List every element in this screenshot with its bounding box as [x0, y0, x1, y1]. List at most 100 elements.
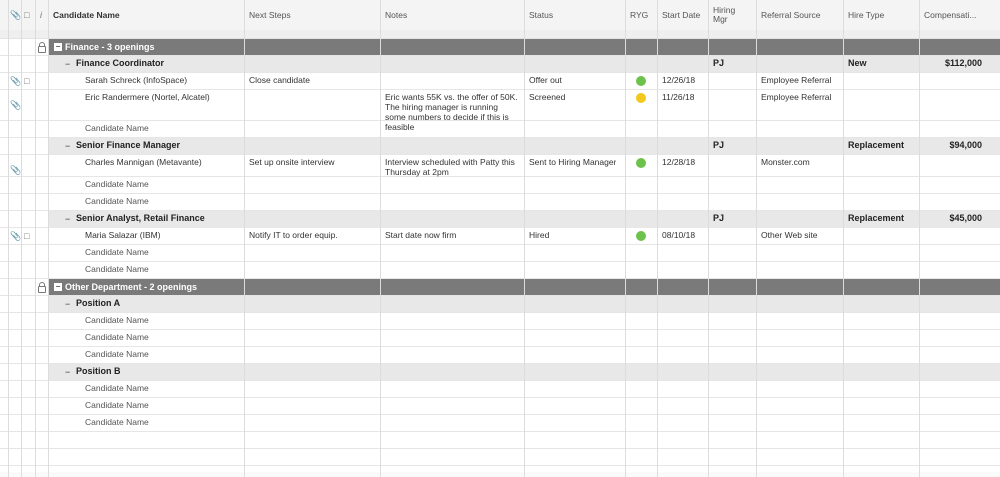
candidate-row[interactable]: 📎 Charles Mannigan (Metavante) Set up onsi… — [0, 155, 1000, 177]
candidate-row[interactable]: Candidate Name — [0, 398, 1000, 415]
candidate-row[interactable]: Candidate Name — [0, 245, 1000, 262]
position-row[interactable]: − Senior Analyst, Retail Finance PJ Replace… — [0, 211, 1000, 228]
start-date-cell[interactable]: 08/10/18 — [662, 230, 695, 240]
collapse-icon[interactable]: − — [54, 283, 62, 291]
position-title[interactable]: Senior Finance Manager — [76, 140, 180, 150]
candidate-name-placeholder[interactable]: Candidate Name — [85, 247, 149, 257]
start-date-cell[interactable]: 11/26/18 — [662, 92, 694, 102]
notes-cell[interactable]: Start date now firm — [385, 230, 518, 240]
group-row[interactable]: − Other Department - 2 openings — [0, 279, 1000, 296]
position-title[interactable]: Position B — [76, 366, 121, 376]
candidate-row[interactable]: Candidate Name — [0, 415, 1000, 432]
candidate-name-cell[interactable]: Maria Salazar (IBM) — [85, 230, 161, 240]
candidate-row[interactable]: Candidate Name — [0, 330, 1000, 347]
candidate-row[interactable]: Candidate Name — [0, 194, 1000, 211]
collapse-icon[interactable]: − — [65, 299, 70, 309]
group-title[interactable]: − Other Department - 2 openings — [54, 282, 197, 292]
candidate-name-placeholder[interactable]: Candidate Name — [85, 196, 149, 206]
paperclip-icon[interactable]: 📎 — [10, 100, 21, 110]
hiring-mgr-cell[interactable]: PJ — [713, 58, 724, 68]
candidate-row[interactable]: 📎 □ Maria Salazar (IBM) Notify IT to order … — [0, 228, 1000, 245]
status-cell[interactable]: Screened — [529, 92, 565, 102]
info-icon[interactable]: i — [40, 10, 42, 20]
candidate-row[interactable]: Candidate Name — [0, 177, 1000, 194]
notes-cell[interactable]: Interview scheduled with Patty this Thur… — [385, 157, 518, 177]
ryg-status-dot[interactable] — [636, 93, 646, 103]
candidate-name-placeholder[interactable]: Candidate Name — [85, 264, 149, 274]
position-title[interactable]: Senior Analyst, Retail Finance — [76, 213, 205, 223]
header-hire-type[interactable]: Hire Type — [848, 0, 884, 30]
position-row[interactable]: − Position A — [0, 296, 1000, 313]
candidate-name-cell[interactable]: Eric Randermere (Nortel, Alcatel) — [85, 92, 210, 102]
compensation-cell[interactable]: $94,000 — [902, 140, 982, 150]
collapse-icon[interactable]: − — [65, 59, 70, 69]
referral-source-cell[interactable]: Other Web site — [761, 230, 818, 240]
candidate-name-placeholder[interactable]: Candidate Name — [85, 383, 149, 393]
candidate-name-placeholder[interactable]: Candidate Name — [85, 123, 149, 133]
status-cell[interactable]: Offer out — [529, 75, 562, 85]
group-title[interactable]: − Finance - 3 openings — [54, 42, 155, 52]
header-candidate-name[interactable]: Candidate Name — [53, 0, 120, 30]
candidate-name-placeholder[interactable]: Candidate Name — [85, 400, 149, 410]
referral-source-cell[interactable]: Employee Referral — [761, 92, 831, 102]
position-title[interactable]: Position A — [76, 298, 120, 308]
hiring-mgr-cell[interactable]: PJ — [713, 140, 724, 150]
paperclip-icon[interactable]: 📎 — [10, 10, 21, 20]
candidate-row[interactable]: Candidate Name — [0, 381, 1000, 398]
candidate-row[interactable]: 📎 □ Sarah Schreck (InfoSpace) Close candida… — [0, 73, 1000, 90]
ryg-status-dot[interactable] — [636, 231, 646, 241]
hire-type-cell[interactable]: Replacement — [848, 213, 904, 223]
candidate-row[interactable]: 📎 Eric Randermere (Nortel, Alcatel) Eric w… — [0, 90, 1000, 132]
comment-icon[interactable]: □ — [24, 76, 29, 86]
paperclip-icon[interactable]: 📎 — [10, 76, 21, 86]
candidate-row[interactable]: Candidate Name — [0, 347, 1000, 364]
hire-type-cell[interactable]: Replacement — [848, 140, 904, 150]
hire-type-cell[interactable]: New — [848, 58, 867, 68]
header-notes[interactable]: Notes — [385, 0, 407, 30]
comment-icon[interactable]: □ — [24, 10, 29, 20]
empty-row[interactable] — [0, 449, 1000, 466]
next-steps-cell[interactable]: Close candidate — [249, 75, 310, 85]
candidate-name-placeholder[interactable]: Candidate Name — [85, 349, 149, 359]
candidate-name-placeholder[interactable]: Candidate Name — [85, 417, 149, 427]
collapse-icon[interactable]: − — [65, 367, 70, 377]
position-row[interactable]: − Finance Coordinator PJ New $112,000 — [0, 56, 1000, 73]
candidate-row[interactable]: Candidate Name — [0, 121, 1000, 138]
header-start-date[interactable]: Start Date — [662, 0, 700, 30]
collapse-icon[interactable]: − — [65, 141, 70, 151]
header-ryg[interactable]: RYG — [630, 0, 648, 30]
hiring-mgr-cell[interactable]: PJ — [713, 213, 724, 223]
referral-source-cell[interactable]: Employee Referral — [761, 75, 831, 85]
position-row[interactable]: − Position B — [0, 364, 1000, 381]
header-compensation[interactable]: Compensati... — [924, 0, 976, 30]
header-next-steps[interactable]: Next Steps — [249, 0, 291, 30]
collapse-icon[interactable]: − — [65, 214, 70, 224]
status-cell[interactable]: Sent to Hiring Manager — [529, 157, 616, 167]
start-date-cell[interactable]: 12/28/18 — [662, 157, 695, 167]
next-steps-cell[interactable]: Notify IT to order equip. — [249, 230, 338, 240]
ryg-status-dot[interactable] — [636, 76, 646, 86]
position-title[interactable]: Finance Coordinator — [76, 58, 164, 68]
position-row[interactable]: − Senior Finance Manager PJ Replacement $94,… — [0, 138, 1000, 155]
comment-icon[interactable]: □ — [24, 231, 29, 241]
ryg-status-dot[interactable] — [636, 158, 646, 168]
header-referral-source[interactable]: Referral Source — [761, 0, 821, 30]
start-date-cell[interactable]: 12/26/18 — [662, 75, 695, 85]
header-hiring-mgr[interactable]: Hiring Mgr — [713, 0, 735, 30]
paperclip-icon[interactable]: 📎 — [10, 231, 21, 241]
compensation-cell[interactable]: $112,000 — [902, 58, 982, 68]
next-steps-cell[interactable]: Set up onsite interview — [249, 157, 335, 167]
collapse-icon[interactable]: − — [54, 43, 62, 51]
candidate-name-cell[interactable]: Sarah Schreck (InfoSpace) — [85, 75, 187, 85]
candidate-name-placeholder[interactable]: Candidate Name — [85, 179, 149, 189]
group-row[interactable]: − Finance - 3 openings — [0, 39, 1000, 56]
status-cell[interactable]: Hired — [529, 230, 549, 240]
candidate-name-placeholder[interactable]: Candidate Name — [85, 315, 149, 325]
candidate-row[interactable]: Candidate Name — [0, 262, 1000, 279]
candidate-name-cell[interactable]: Charles Mannigan (Metavante) — [85, 157, 202, 167]
referral-source-cell[interactable]: Monster.com — [761, 157, 810, 167]
empty-row[interactable] — [0, 432, 1000, 449]
candidate-row[interactable]: Candidate Name — [0, 313, 1000, 330]
candidate-name-placeholder[interactable]: Candidate Name — [85, 332, 149, 342]
header-status[interactable]: Status — [529, 0, 553, 30]
